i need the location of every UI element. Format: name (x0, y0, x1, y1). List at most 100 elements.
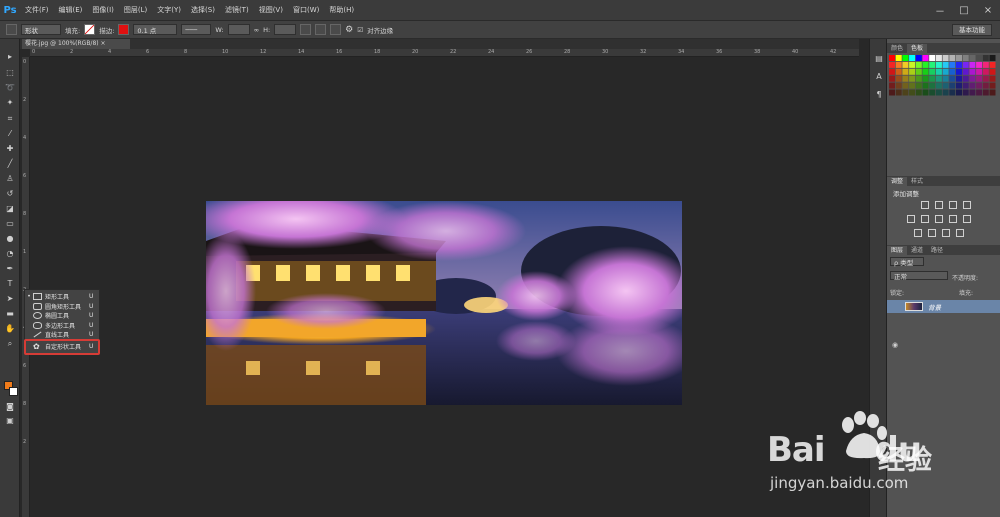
color-swatch[interactable] (909, 68, 916, 75)
quick-mask-icon[interactable]: ◙ (4, 401, 16, 413)
color-swatch[interactable] (902, 68, 909, 75)
menu-help[interactable]: 帮助(H) (324, 0, 359, 21)
blend-mode-select[interactable]: 正常 (890, 271, 948, 281)
color-swatch[interactable] (956, 61, 962, 68)
color-swatch[interactable] (956, 68, 962, 75)
threshold-icon[interactable] (942, 229, 950, 237)
color-swatch[interactable] (915, 61, 922, 68)
gear-icon[interactable]: ⚙ (345, 25, 353, 35)
color-swatch[interactable] (982, 75, 989, 82)
color-swatch[interactable] (922, 61, 929, 68)
crop-tool-icon[interactable]: ⌗ (4, 113, 16, 125)
color-swatch[interactable] (909, 55, 916, 61)
color-swatch[interactable] (956, 75, 962, 82)
paragraph-panel-icon[interactable]: ¶ (873, 89, 885, 101)
color-swatch[interactable] (922, 82, 929, 89)
color-swatch[interactable] (895, 68, 902, 75)
color-swatch[interactable] (929, 61, 936, 68)
brightness-icon[interactable] (921, 201, 929, 209)
color-swatch[interactable] (942, 55, 949, 61)
stroke-width-input[interactable]: 0.1 点 (133, 24, 178, 35)
color-swatch[interactable] (922, 68, 929, 75)
tab-styles[interactable]: 样式 (907, 177, 927, 186)
path-selection-tool-icon[interactable]: ➤ (4, 293, 16, 305)
color-swatch[interactable] (915, 89, 922, 96)
menu-image[interactable]: 图像(I) (87, 0, 119, 21)
menu-file[interactable]: 文件(F) (20, 0, 54, 21)
height-input[interactable] (274, 24, 297, 35)
move-tool-icon[interactable]: ▸ (4, 51, 16, 63)
color-swatch[interactable] (935, 61, 942, 68)
shape-mode-select[interactable]: 形状 (21, 24, 61, 35)
color-swatch[interactable] (889, 68, 895, 75)
color-swatch[interactable] (929, 55, 936, 61)
color-swatch[interactable] (956, 55, 962, 61)
minimize-button[interactable]: － (928, 0, 952, 21)
history-panel-icon[interactable]: ▤ (873, 53, 885, 65)
color-swatch[interactable] (989, 68, 996, 75)
color-swatch[interactable] (976, 55, 983, 61)
link-icon[interactable]: ∞ (254, 26, 259, 34)
screen-mode-icon[interactable]: ▣ (4, 415, 16, 427)
color-swatch[interactable] (902, 55, 909, 61)
width-input[interactable] (227, 24, 250, 35)
color-swatch[interactable] (962, 82, 969, 89)
rectangle-tool-icon[interactable]: ▬ (4, 308, 16, 320)
color-swatch[interactable] (949, 89, 956, 96)
healing-tool-icon[interactable]: ✚ (4, 143, 16, 155)
brush-tool-icon[interactable]: ╱ (4, 158, 16, 170)
color-swatch[interactable] (935, 55, 942, 61)
color-swatch[interactable] (935, 82, 942, 89)
path-alignment-icon[interactable] (315, 24, 327, 35)
tab-adjustments[interactable]: 调整 (887, 177, 908, 186)
menu-view[interactable]: 视图(V) (254, 0, 288, 21)
color-swatch[interactable] (922, 89, 929, 96)
color-swatch[interactable] (949, 61, 956, 68)
color-swatch[interactable] (969, 82, 976, 89)
menu-filter[interactable]: 滤镜(T) (220, 0, 254, 21)
color-swatch[interactable] (895, 75, 902, 82)
color-swatch[interactable] (889, 55, 895, 61)
fill-swatch[interactable] (84, 24, 96, 35)
color-swatch[interactable] (982, 82, 989, 89)
magic-wand-tool-icon[interactable]: ✦ (4, 97, 16, 109)
path-arrangement-icon[interactable] (330, 24, 342, 35)
color-swatch[interactable] (895, 89, 902, 96)
vibrance-icon[interactable] (907, 215, 915, 223)
lasso-tool-icon[interactable]: ➰ (4, 82, 16, 94)
color-swatch[interactable] (929, 82, 936, 89)
curves-icon[interactable] (949, 201, 957, 209)
maximize-button[interactable]: □ (952, 0, 976, 21)
color-swatch[interactable] (909, 89, 916, 96)
color-swatch[interactable] (962, 89, 969, 96)
color-swatch[interactable] (982, 89, 989, 96)
document-tab[interactable]: 樱花.jpg @ 100%(RGB/8) × (22, 39, 130, 49)
layer-filter-select[interactable]: ρ 类型 (890, 257, 924, 267)
line-tool-item[interactable]: 直线工具 U (25, 330, 99, 339)
color-swatch[interactable] (956, 82, 962, 89)
color-swatch[interactable] (895, 82, 902, 89)
color-swatch[interactable] (989, 75, 996, 82)
menu-window[interactable]: 窗口(W) (288, 0, 324, 21)
color-swatch[interactable] (929, 68, 936, 75)
color-swatch[interactable] (942, 89, 949, 96)
tool-preset-icon[interactable] (6, 24, 17, 35)
eraser-tool-icon[interactable]: ◪ (4, 203, 16, 215)
color-swatch[interactable] (889, 89, 895, 96)
tab-channels[interactable]: 通道 (907, 246, 927, 255)
color-swatch[interactable] (976, 75, 983, 82)
swatches-grid[interactable] (887, 53, 1000, 103)
color-swatch[interactable] (915, 75, 922, 82)
exposure-icon[interactable] (963, 201, 971, 209)
ellipse-tool-item[interactable]: 椭圆工具 U (25, 311, 99, 320)
color-swatch[interactable] (902, 82, 909, 89)
stroke-swatch[interactable] (118, 24, 130, 35)
workspace-button[interactable]: 基本功能 (952, 24, 992, 36)
color-swatch[interactable] (942, 61, 949, 68)
align-edges-checkbox[interactable]: ☑ (357, 26, 363, 34)
color-swatch[interactable] (942, 68, 949, 75)
layer-row-background[interactable] (887, 300, 1000, 313)
hand-tool-icon[interactable]: ✋ (4, 323, 16, 335)
color-swatch[interactable] (982, 61, 989, 68)
type-tool-icon[interactable]: T (4, 278, 16, 290)
